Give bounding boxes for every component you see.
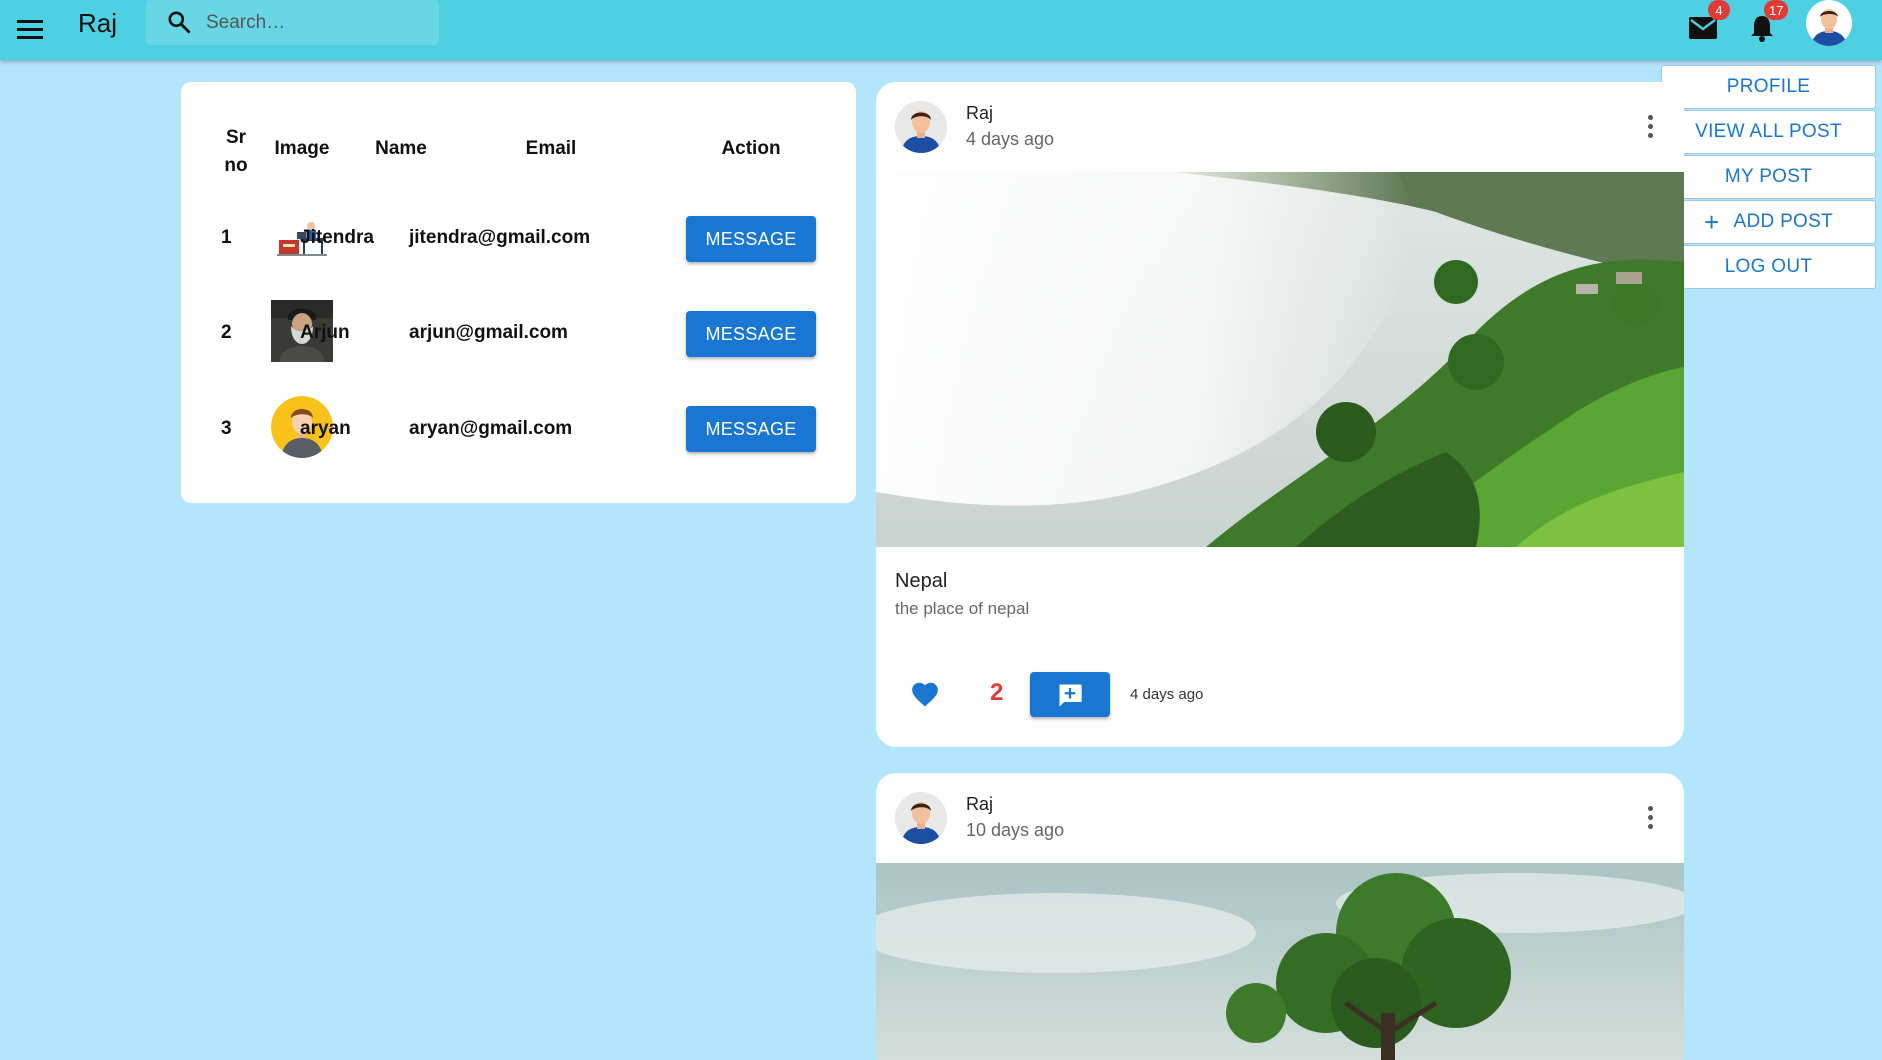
post-image bbox=[876, 172, 1684, 547]
menu-item-label: VIEW ALL POST bbox=[1695, 121, 1842, 142]
menu-item-label: LOG OUT bbox=[1724, 256, 1813, 277]
menu-item-log-out[interactable]: LOG OUT bbox=[1661, 245, 1876, 289]
row-sr: 3 bbox=[221, 418, 232, 439]
row-email: aryan@gmail.com bbox=[409, 418, 573, 439]
more-vert-icon bbox=[1647, 114, 1653, 120]
more-vert-icon bbox=[1647, 132, 1653, 138]
search-icon bbox=[168, 11, 191, 34]
header-name: Name bbox=[375, 138, 427, 159]
menu-item-label: PROFILE bbox=[1726, 76, 1811, 97]
post-card: Raj 4 days ago Nepal the place of nepal … bbox=[876, 82, 1684, 747]
mail-icon bbox=[1689, 17, 1717, 39]
user-avatar-icon bbox=[895, 792, 947, 844]
row-name: Arjun bbox=[300, 322, 350, 343]
hamburger-icon bbox=[17, 20, 43, 39]
app-title: Raj bbox=[78, 8, 118, 38]
row-email: arjun@gmail.com bbox=[409, 322, 568, 343]
more-vert-icon bbox=[1647, 123, 1653, 129]
menu-item-add-post[interactable]: + ADD POST bbox=[1661, 200, 1876, 244]
misty-hills-photo bbox=[876, 172, 1684, 547]
search-box bbox=[146, 0, 439, 45]
author-avatar bbox=[895, 101, 947, 153]
tree-photo bbox=[876, 863, 1684, 1060]
post-description: the place of nepal bbox=[895, 599, 1030, 618]
message-button[interactable]: MESSAGE bbox=[686, 406, 816, 452]
more-vert-icon bbox=[1647, 814, 1653, 820]
header-image: Image bbox=[274, 138, 330, 159]
add-comment-icon bbox=[1059, 684, 1082, 707]
plus-icon: + bbox=[1703, 207, 1720, 237]
header-action: Action bbox=[721, 138, 781, 159]
post-author: Raj bbox=[966, 103, 994, 123]
row-sr: 2 bbox=[221, 322, 232, 343]
more-vert-icon bbox=[1647, 805, 1653, 811]
post-image bbox=[876, 863, 1684, 1060]
post-time: 10 days ago bbox=[966, 820, 1065, 840]
app-bar: Raj 4 17 bbox=[0, 0, 1882, 60]
row-sr: 1 bbox=[221, 227, 232, 248]
notifications-button[interactable]: 17 bbox=[1740, 0, 1789, 50]
more-options-button[interactable] bbox=[1636, 801, 1664, 833]
post-author: Raj bbox=[966, 794, 994, 814]
menu-button[interactable] bbox=[10, 9, 50, 49]
row-name: aryan bbox=[300, 418, 351, 439]
row-name: Jitendra bbox=[300, 227, 374, 248]
search-input[interactable] bbox=[206, 0, 431, 45]
user-avatar-icon bbox=[895, 101, 947, 153]
menu-item-label: ADD POST bbox=[1733, 211, 1833, 232]
like-count: 2 bbox=[990, 679, 1004, 706]
message-button[interactable]: MESSAGE bbox=[686, 311, 816, 357]
account-avatar[interactable] bbox=[1806, 0, 1852, 46]
user-avatar-icon bbox=[1806, 0, 1852, 46]
users-table-card: Sr no Image Name Email Action 1 Jitendra… bbox=[181, 82, 856, 503]
header-sr-no: Sr no bbox=[224, 127, 248, 176]
account-menu: PROFILE VIEW ALL POST MY POST + ADD POST … bbox=[1661, 65, 1876, 290]
menu-item-my-post[interactable]: MY POST bbox=[1661, 155, 1876, 199]
row-email: jitendra@gmail.com bbox=[409, 227, 591, 248]
heart-icon bbox=[912, 682, 938, 707]
more-vert-icon bbox=[1647, 823, 1653, 829]
add-comment-button[interactable] bbox=[1030, 672, 1110, 717]
menu-item-view-all-post[interactable]: VIEW ALL POST bbox=[1661, 110, 1876, 154]
message-button[interactable]: MESSAGE bbox=[686, 216, 816, 262]
post-card: Raj 10 days ago bbox=[876, 773, 1684, 1060]
post-title: Nepal bbox=[895, 570, 948, 592]
post-time: 4 days ago bbox=[966, 129, 1055, 149]
notification-badge: 17 bbox=[1764, 0, 1789, 20]
like-button[interactable] bbox=[910, 680, 944, 710]
more-options-button[interactable] bbox=[1636, 110, 1664, 142]
mail-badge: 4 bbox=[1708, 0, 1730, 20]
mail-button[interactable]: 4 bbox=[1681, 0, 1730, 50]
menu-item-profile[interactable]: PROFILE bbox=[1661, 65, 1876, 109]
author-avatar bbox=[895, 792, 947, 844]
post-footer-time: 4 days ago bbox=[1130, 686, 1204, 703]
header-email: Email bbox=[525, 138, 577, 159]
menu-item-label: MY POST bbox=[1724, 166, 1813, 187]
